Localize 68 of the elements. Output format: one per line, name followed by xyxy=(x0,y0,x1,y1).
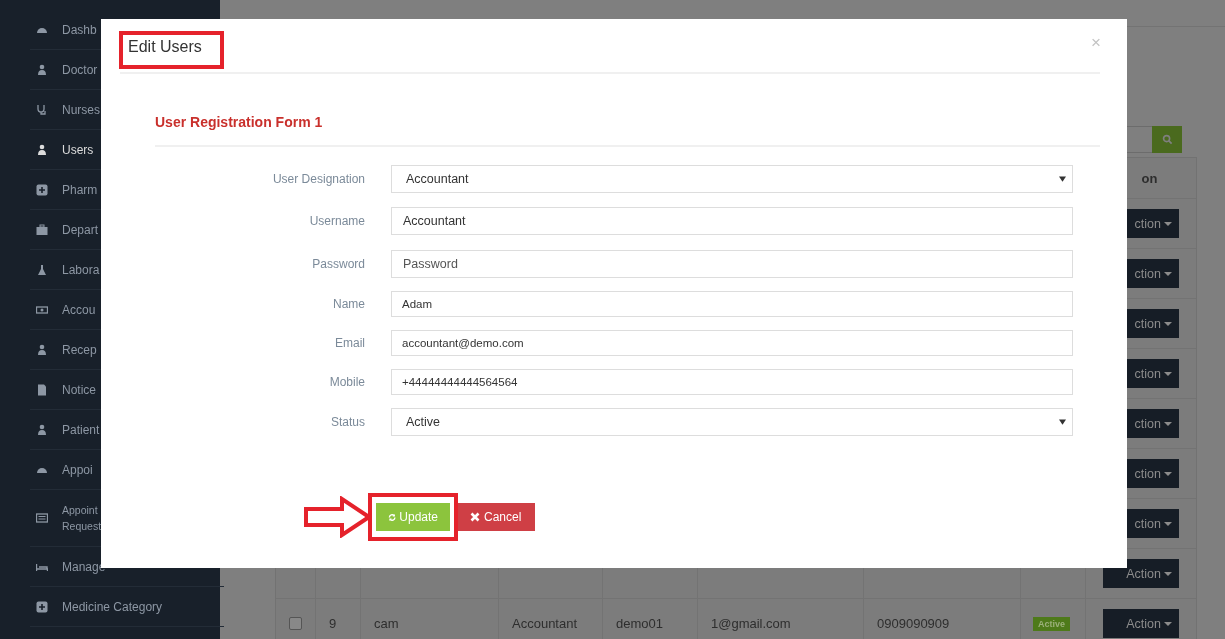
input-field[interactable]: Adam xyxy=(391,291,1073,317)
person-icon xyxy=(36,423,48,436)
money-icon xyxy=(36,303,48,316)
status-badge: Active xyxy=(1033,616,1070,631)
input-field[interactable]: +44444444444564564 xyxy=(391,369,1073,395)
table-cell: 0909090909 xyxy=(877,616,950,631)
select-field[interactable]: Accountant xyxy=(391,165,1073,193)
table-cell: demo01 xyxy=(616,616,663,631)
sidebar-label: Patient xyxy=(62,422,100,437)
field-label: Mobile xyxy=(328,375,366,389)
field-label: Email xyxy=(334,336,366,350)
caret-icon xyxy=(1164,321,1172,326)
caret-icon xyxy=(1164,521,1172,526)
caret-icon xyxy=(1164,421,1172,426)
sidebar-item[interactable]: Medicine Category xyxy=(30,587,224,627)
sidebar-label: Doctor xyxy=(62,62,98,77)
dropdown-caret-icon xyxy=(1059,176,1066,182)
sidebar-label: Dashb xyxy=(62,22,97,37)
sidebar-label: Nurses xyxy=(62,102,100,117)
section-title: User Registration Form 1 xyxy=(155,114,1100,147)
field-label: Status xyxy=(329,415,366,429)
table-cell: 9 xyxy=(329,616,337,631)
input-field[interactable]: Password xyxy=(391,250,1073,278)
caret-icon xyxy=(1164,621,1172,626)
document-icon xyxy=(36,383,48,396)
sidebar-label: Labora xyxy=(62,262,100,277)
sidebar-label: Notice xyxy=(62,382,96,397)
search-icon xyxy=(1161,134,1173,145)
stethoscope-icon xyxy=(36,103,48,116)
sidebar-label: Appoint Request xyxy=(62,503,100,534)
sidebar-label: Users xyxy=(62,142,94,157)
caret-icon xyxy=(1164,371,1172,376)
refresh-icon xyxy=(388,511,397,523)
row-checkbox[interactable] xyxy=(289,617,302,630)
table-cell: 1@gmail.com xyxy=(711,616,791,631)
flask-icon xyxy=(36,263,48,276)
close-icon xyxy=(470,512,480,522)
select-field[interactable]: Active xyxy=(391,408,1073,436)
table-cell: Accountant xyxy=(512,616,578,631)
field-label: Password xyxy=(311,257,366,271)
plus-square-icon xyxy=(36,183,48,196)
briefcase-icon xyxy=(36,223,48,236)
table-cell: cam xyxy=(374,616,399,631)
sidebar-label: Depart xyxy=(62,222,99,237)
search-button[interactable] xyxy=(1152,126,1182,153)
field-label: Username xyxy=(308,214,366,228)
sidebar-label: Appoi xyxy=(62,462,93,477)
caret-icon xyxy=(1164,271,1172,276)
sidebar-label: Pharm xyxy=(62,182,98,197)
plus-square-icon xyxy=(36,600,48,613)
input-field[interactable]: accountant@demo.com xyxy=(391,330,1073,356)
sidebar-label: Medicine Category xyxy=(62,599,163,614)
input-field[interactable]: Accountant xyxy=(391,207,1073,235)
field-label: Name xyxy=(332,297,366,311)
caret-icon xyxy=(1164,571,1172,576)
dialog-title: Edit Users xyxy=(128,38,202,56)
sidebar-label: Recep xyxy=(62,342,97,357)
cancel-button[interactable]: Cancel xyxy=(458,503,535,531)
caret-icon xyxy=(1164,221,1172,226)
list-icon xyxy=(36,512,48,524)
column-header: on xyxy=(1141,170,1158,186)
dropdown-caret-icon xyxy=(1059,419,1066,425)
sidebar-label: Accou xyxy=(62,302,96,317)
action-button[interactable]: Action xyxy=(1103,609,1179,638)
person-icon xyxy=(36,343,48,356)
caret-icon xyxy=(1164,471,1172,476)
field-label: User Designation xyxy=(271,172,366,186)
user-icon xyxy=(36,143,48,156)
